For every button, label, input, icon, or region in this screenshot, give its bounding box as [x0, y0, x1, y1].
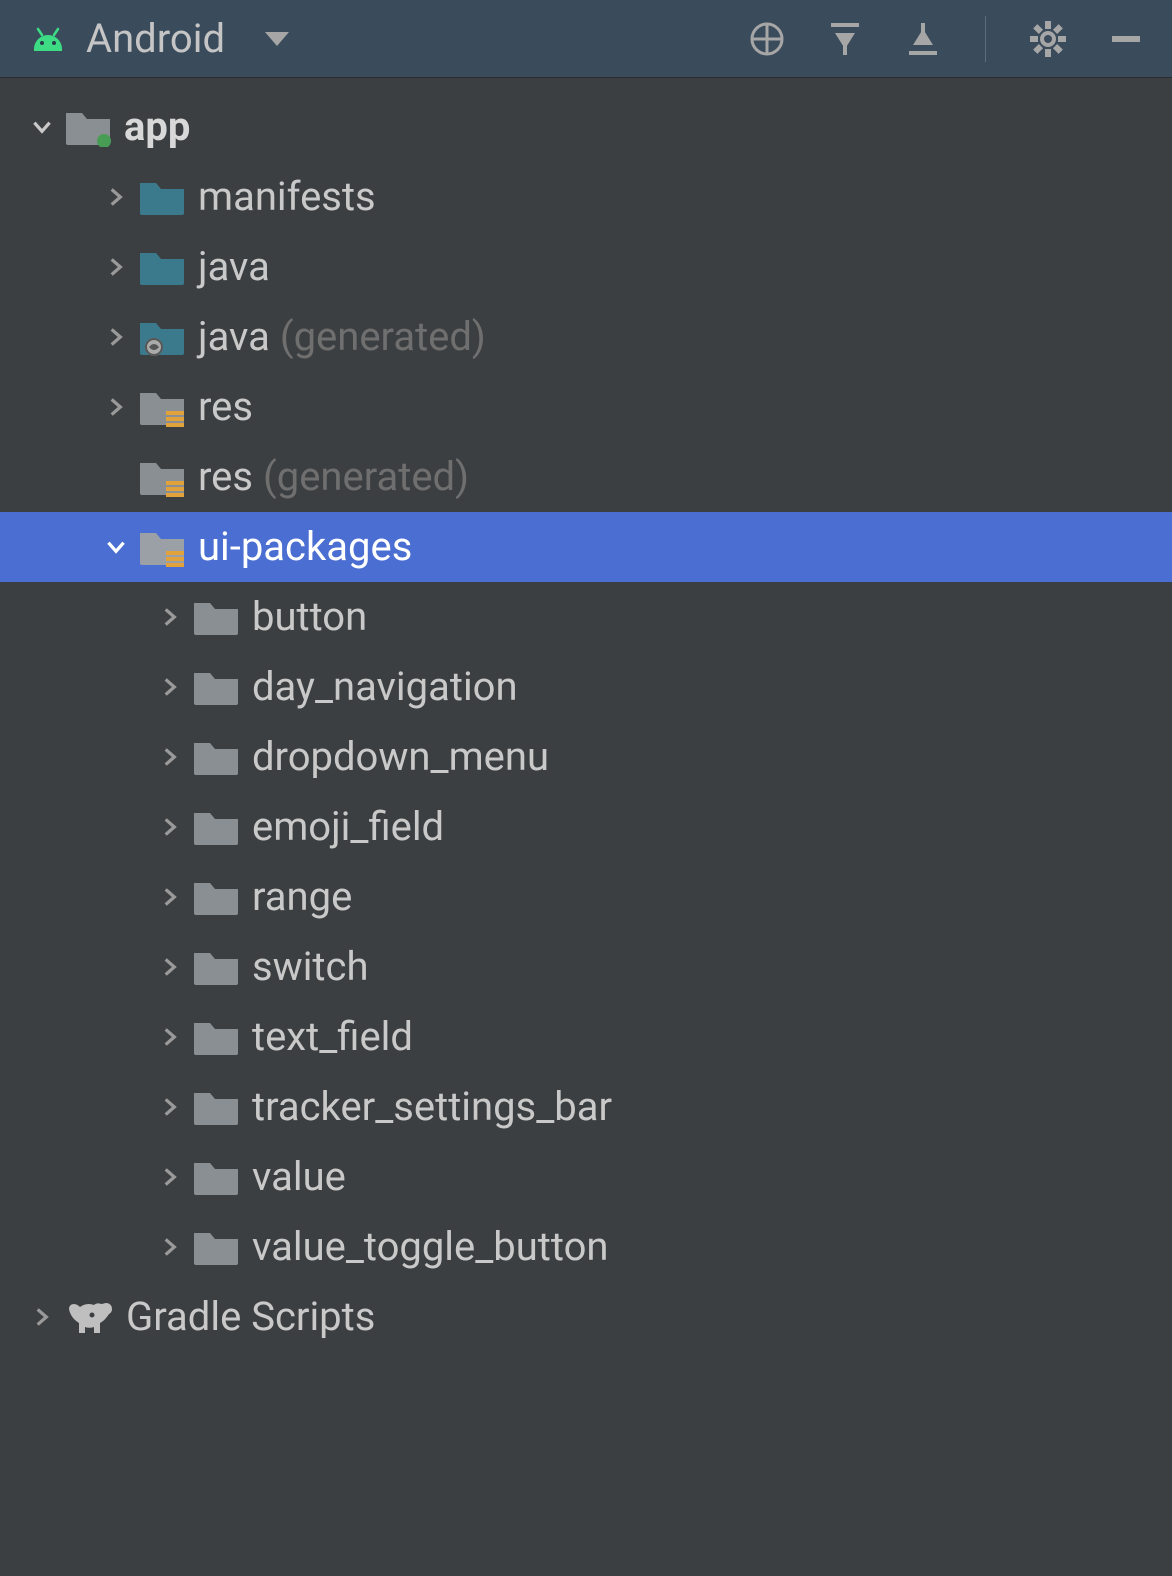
tree-node-label: app	[124, 107, 190, 147]
view-selector[interactable]: Android	[24, 15, 289, 62]
toolbar-separator	[985, 16, 986, 62]
folder-icon	[192, 667, 240, 707]
folder-icon	[192, 807, 240, 847]
tree-node-range[interactable]: range	[0, 862, 1172, 932]
tree-node-tracker-settings-bar[interactable]: tracker_settings_bar	[0, 1072, 1172, 1142]
chevron-right-icon[interactable]	[148, 1234, 192, 1260]
tree-node-label: ui-packages	[198, 527, 412, 567]
tree-node-label: java	[198, 247, 270, 287]
tree-node-label: text_field	[252, 1017, 413, 1057]
folder-icon	[192, 877, 240, 917]
view-selector-label: Android	[86, 15, 225, 62]
tree-node-label: value	[252, 1157, 346, 1197]
tree-node-label: res	[198, 457, 253, 497]
tree-node-label: java	[198, 317, 270, 357]
module-folder-icon	[64, 107, 112, 147]
tree-node-res-generated[interactable]: res (generated)	[0, 442, 1172, 512]
gear-icon[interactable]	[1026, 17, 1070, 61]
tree-node-label: range	[252, 877, 352, 917]
project-tree[interactable]: app manifests java	[0, 78, 1172, 1576]
generated-folder-icon	[138, 317, 186, 357]
folder-icon	[192, 1227, 240, 1267]
tree-node-value-toggle-button[interactable]: value_toggle_button	[0, 1212, 1172, 1282]
tree-node-value[interactable]: value	[0, 1142, 1172, 1212]
tree-node-java-generated[interactable]: java (generated)	[0, 302, 1172, 372]
chevron-right-icon[interactable]	[148, 1164, 192, 1190]
chevron-down-icon[interactable]	[20, 114, 64, 140]
chevron-right-icon[interactable]	[148, 954, 192, 980]
tree-node-gradle-scripts[interactable]: Gradle Scripts	[0, 1282, 1172, 1352]
chevron-right-icon[interactable]	[94, 184, 138, 210]
chevron-right-icon[interactable]	[94, 394, 138, 420]
tree-node-app[interactable]: app	[0, 92, 1172, 162]
tree-node-ui-packages[interactable]: ui-packages	[0, 512, 1172, 582]
project-panel: Android	[0, 0, 1172, 1576]
chevron-right-icon[interactable]	[148, 814, 192, 840]
select-opened-file-icon[interactable]	[745, 17, 789, 61]
tree-node-emoji-field[interactable]: emoji_field	[0, 792, 1172, 862]
collapse-all-icon[interactable]	[901, 17, 945, 61]
tree-node-label: tracker_settings_bar	[252, 1087, 612, 1127]
folder-icon	[192, 947, 240, 987]
tree-node-java[interactable]: java	[0, 232, 1172, 302]
expand-all-icon[interactable]	[823, 17, 867, 61]
chevron-down-icon[interactable]	[94, 534, 138, 560]
tree-node-manifests[interactable]: manifests	[0, 162, 1172, 232]
tree-node-label: switch	[252, 947, 368, 987]
chevron-down-icon	[265, 32, 289, 46]
tree-node-label: button	[252, 597, 367, 637]
folder-icon	[192, 1087, 240, 1127]
tree-node-label: Gradle Scripts	[126, 1297, 375, 1337]
folder-icon	[192, 1017, 240, 1057]
tree-node-button[interactable]: button	[0, 582, 1172, 652]
chevron-right-icon[interactable]	[148, 744, 192, 770]
tree-node-res[interactable]: res	[0, 372, 1172, 442]
chevron-right-icon[interactable]	[94, 254, 138, 280]
tree-node-day-navigation[interactable]: day_navigation	[0, 652, 1172, 722]
chevron-right-icon[interactable]	[148, 884, 192, 910]
resource-folder-icon	[138, 457, 186, 497]
folder-icon	[192, 737, 240, 777]
gradle-icon	[64, 1297, 114, 1337]
chevron-right-icon[interactable]	[148, 604, 192, 630]
chevron-right-icon[interactable]	[148, 1024, 192, 1050]
folder-icon	[192, 597, 240, 637]
tree-node-suffix: (generated)	[263, 457, 469, 497]
chevron-right-icon[interactable]	[94, 324, 138, 350]
toolbar-actions	[745, 16, 1148, 62]
resource-folder-icon	[138, 527, 186, 567]
tree-node-switch[interactable]: switch	[0, 932, 1172, 1002]
chevron-right-icon[interactable]	[20, 1304, 64, 1330]
hide-panel-icon[interactable]	[1104, 17, 1148, 61]
folder-icon	[192, 1157, 240, 1197]
tree-node-label: manifests	[198, 177, 376, 217]
chevron-right-icon[interactable]	[148, 1094, 192, 1120]
tree-node-label: day_navigation	[252, 667, 518, 707]
tree-node-dropdown-menu[interactable]: dropdown_menu	[0, 722, 1172, 792]
chevron-right-icon[interactable]	[148, 674, 192, 700]
tree-node-label: dropdown_menu	[252, 737, 549, 777]
resource-folder-icon	[138, 387, 186, 427]
tree-node-text-field[interactable]: text_field	[0, 1002, 1172, 1072]
tree-node-label: value_toggle_button	[252, 1227, 608, 1267]
android-icon	[24, 21, 72, 57]
project-toolbar: Android	[0, 0, 1172, 78]
folder-icon	[138, 177, 186, 217]
tree-node-label: res	[198, 387, 253, 427]
folder-icon	[138, 247, 186, 287]
tree-node-suffix: (generated)	[280, 317, 486, 357]
tree-node-label: emoji_field	[252, 807, 444, 847]
